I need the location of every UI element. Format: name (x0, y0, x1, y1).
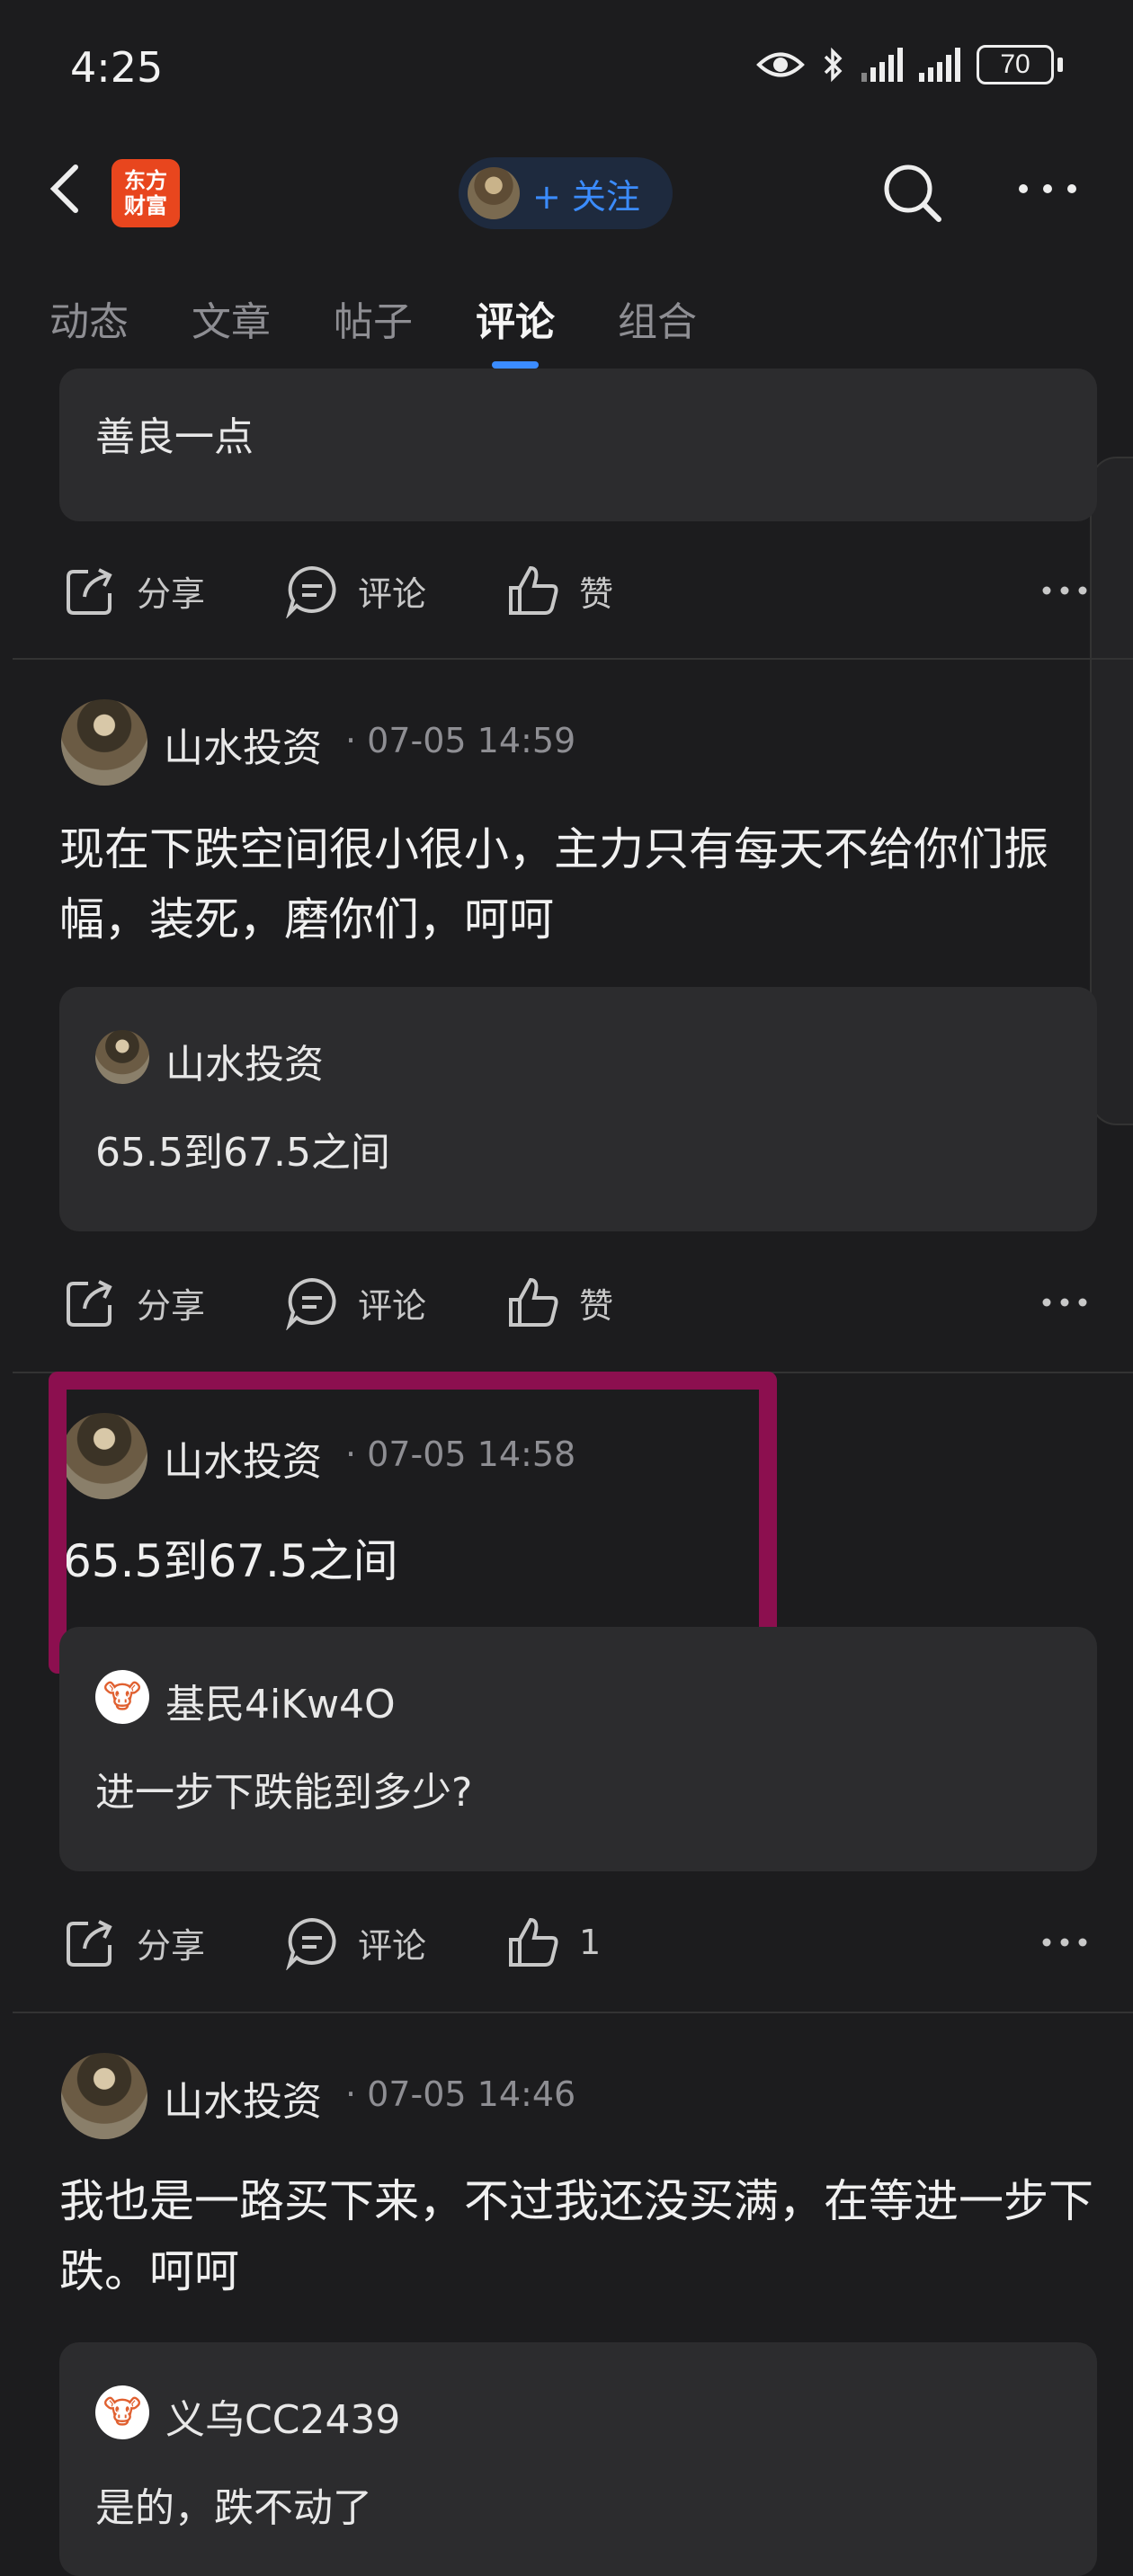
app-logo: 东方 财富 (112, 159, 180, 227)
quote-box[interactable]: 🐮 义乌CC2439 是的，跌不动了 (59, 2342, 1097, 2576)
like-label: 赞 (579, 573, 614, 614)
quote-author: 山水投资 (165, 1042, 324, 1088)
quote-author: 义乌CC2439 (165, 2397, 401, 2443)
avatar[interactable] (61, 699, 147, 786)
status-time: 4:25 (70, 43, 164, 92)
search-icon[interactable] (879, 160, 944, 225)
tab-dynamics[interactable]: 动态 (49, 289, 129, 347)
logo-line2: 财富 (124, 193, 167, 218)
post-text: 现在下跌空间很小很小，主力只有每天不给你们振幅，装死，磨你们，呵呵 (59, 823, 1048, 946)
avatar (95, 1030, 149, 1084)
share-label: 分享 (137, 1285, 206, 1326)
tab-comments[interactable]: 评论 (476, 289, 555, 369)
quote-text: 善良一点 (95, 414, 254, 460)
post-actions: 分享 评论 赞 (63, 1271, 1088, 1334)
post-text: 我也是一路买下来，不过我还没买满，在等进一步下跌。呵呵 (59, 2175, 1093, 2297)
quote-text: 65.5到67.5之间 (95, 1130, 390, 1176)
cow-avatar-icon: 🐮 (103, 1678, 142, 1716)
comment-icon (286, 1917, 336, 1970)
quote-author: 基民4iKw4O (165, 1682, 396, 1728)
more-icon[interactable] (1041, 1295, 1088, 1310)
tab-portfolio[interactable]: 组合 (618, 289, 697, 347)
quote-text: 进一步下跌能到多少? (95, 1770, 473, 1816)
avatar (468, 167, 520, 219)
post-time: · 07-05 14:46 (345, 2074, 576, 2114)
like-button[interactable]: 赞 (505, 563, 613, 618)
more-icon[interactable] (1041, 1935, 1088, 1950)
eye-icon (756, 52, 805, 77)
logo-line1: 东方 (124, 168, 167, 193)
comment-icon (286, 1277, 336, 1330)
back-arrow-icon[interactable] (47, 162, 83, 216)
divider (13, 2012, 1133, 2013)
cow-avatar-icon: 🐮 (103, 2394, 142, 2431)
signal-icon-2 (919, 48, 960, 82)
like-count: 1 (579, 1923, 602, 1962)
share-icon (67, 1280, 112, 1327)
share-label: 分享 (137, 573, 206, 614)
post-time: · 07-05 14:59 (345, 721, 576, 760)
avatar: 🐮 (95, 1670, 149, 1724)
comment-icon (286, 565, 336, 618)
avatar[interactable] (61, 2053, 147, 2139)
tab-bar: 动态 文章 帖子 评论 组合 (49, 289, 697, 369)
more-icon[interactable] (1041, 583, 1088, 598)
share-label: 分享 (137, 1925, 206, 1966)
comment-label: 评论 (358, 573, 427, 614)
tab-posts[interactable]: 帖子 (334, 289, 413, 347)
battery-tip (1057, 58, 1063, 72)
comment-label: 评论 (358, 1925, 427, 1966)
comment-button[interactable]: 评论 (284, 1914, 426, 1970)
quote-box[interactable]: 山水投资 65.5到67.5之间 (59, 987, 1097, 1231)
like-button[interactable]: 赞 (505, 1275, 613, 1330)
share-button[interactable]: 分享 (63, 1914, 205, 1970)
share-button[interactable]: 分享 (63, 563, 205, 618)
more-icon[interactable] (1016, 180, 1079, 198)
like-label: 赞 (579, 1285, 614, 1326)
post-actions: 分享 评论 赞 (63, 559, 1088, 622)
post-actions: 分享 评论 1 (63, 1911, 1088, 1974)
quote-text: 是的，跌不动了 (95, 2485, 372, 2531)
like-button[interactable]: 1 (505, 1914, 601, 1970)
share-button[interactable]: 分享 (63, 1275, 205, 1330)
thumbs-up-icon (509, 1277, 558, 1327)
follow-button[interactable]: + 关注 (459, 157, 673, 229)
bluetooth-icon (824, 47, 843, 83)
comment-button[interactable]: 评论 (284, 1275, 426, 1330)
author-name[interactable]: 山水投资 (164, 715, 322, 773)
comment-button[interactable]: 评论 (284, 563, 426, 618)
avatar: 🐮 (95, 2385, 149, 2439)
divider (13, 658, 1133, 660)
thumbs-up-icon (509, 565, 558, 615)
thumbs-up-icon (509, 1917, 558, 1967)
battery-icon: 70 (977, 45, 1054, 84)
author-name[interactable]: 山水投资 (164, 2069, 322, 2127)
share-icon (67, 1920, 112, 1967)
follow-label: + 关注 (532, 176, 640, 217)
quote-box: 善良一点 (59, 369, 1097, 521)
signal-icon (861, 48, 903, 82)
status-icons: 70 (755, 45, 1063, 84)
tab-articles[interactable]: 文章 (192, 289, 271, 347)
quote-box[interactable]: 🐮 基民4iKw4O 进一步下跌能到多少? (59, 1627, 1097, 1871)
comment-label: 评论 (358, 1285, 427, 1326)
share-icon (67, 568, 112, 615)
